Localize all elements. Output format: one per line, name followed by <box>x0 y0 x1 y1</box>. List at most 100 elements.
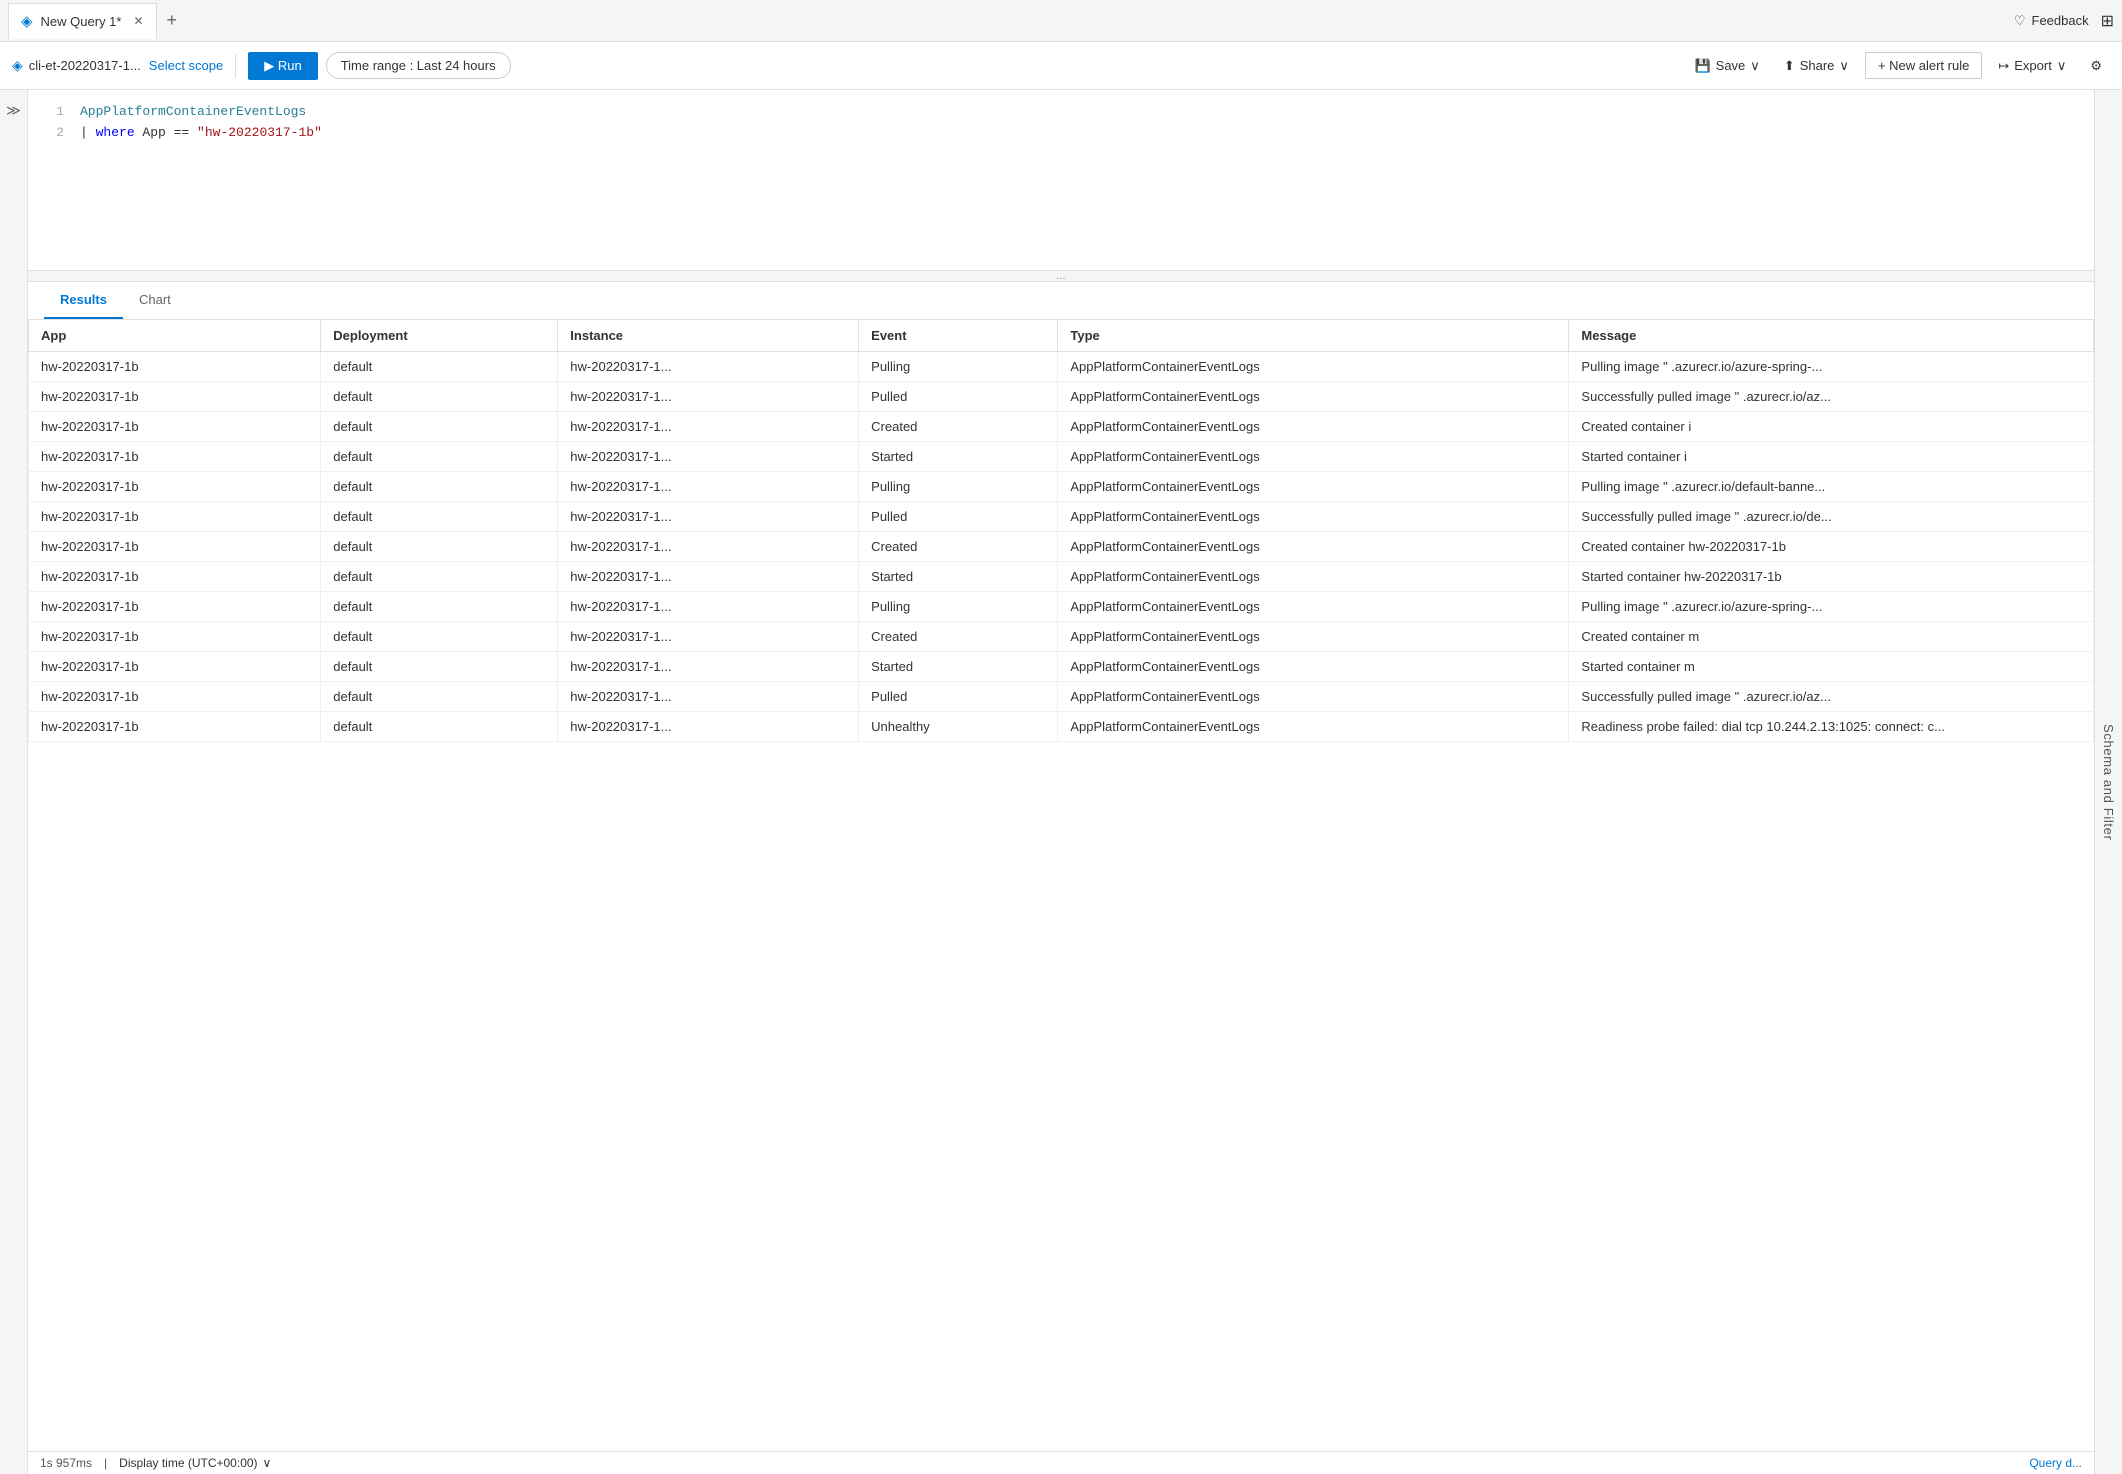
save-label: Save <box>1716 58 1746 73</box>
cell-instance: hw-20220317-1... <box>558 562 859 592</box>
table-row[interactable]: hw-20220317-1bdefaulthw-20220317-1...Sta… <box>29 442 2094 472</box>
filter-button[interactable]: ⚙ <box>2082 53 2110 79</box>
table-row[interactable]: hw-20220317-1bdefaulthw-20220317-1...Unh… <box>29 712 2094 742</box>
separator: | <box>104 1456 107 1470</box>
cell-deployment: default <box>321 562 558 592</box>
editor-line-1: 1 AppPlatformContainerEventLogs <box>44 102 2078 123</box>
table-row[interactable]: hw-20220317-1bdefaulthw-20220317-1...Cre… <box>29 412 2094 442</box>
results-table-container[interactable]: App Deployment Instance Event Type Messa… <box>28 320 2094 1451</box>
new-alert-button[interactable]: + New alert rule <box>1865 52 1982 79</box>
cell-deployment: default <box>321 412 558 442</box>
scope-icon: ◈ <box>12 57 23 74</box>
time-range-button[interactable]: Time range : Last 24 hours <box>326 52 511 79</box>
cell-deployment: default <box>321 502 558 532</box>
cell-instance: hw-20220317-1... <box>558 442 859 472</box>
table-row[interactable]: hw-20220317-1bdefaulthw-20220317-1...Pul… <box>29 382 2094 412</box>
save-button[interactable]: 💾 Save ∨ <box>1686 53 1767 79</box>
run-button[interactable]: ▶ Run <box>248 52 317 80</box>
cell-instance: hw-20220317-1... <box>558 532 859 562</box>
cell-deployment: default <box>321 382 558 412</box>
side-toggle-button[interactable]: ≫ <box>0 90 28 1474</box>
save-icon: 💾 <box>1694 58 1710 74</box>
line-content-2: | where App == "hw-20220317-1b" <box>80 123 322 144</box>
time-chevron-icon: ∨ <box>263 1456 272 1470</box>
col-deployment: Deployment <box>321 320 558 352</box>
tab-chart[interactable]: Chart <box>123 282 187 319</box>
tab-bar-left: ◈ New Query 1* ✕ + <box>8 3 185 39</box>
cell-type: AppPlatformContainerEventLogs <box>1058 622 1569 652</box>
cell-type: AppPlatformContainerEventLogs <box>1058 532 1569 562</box>
cell-app: hw-20220317-1b <box>29 562 321 592</box>
share-button[interactable]: ⬆ Share ∨ <box>1776 53 1857 79</box>
drag-handle[interactable]: ... <box>28 270 2094 282</box>
cell-type: AppPlatformContainerEventLogs <box>1058 442 1569 472</box>
query-details-link[interactable]: Query d... <box>2029 1456 2082 1470</box>
select-scope-button[interactable]: Select scope <box>149 58 223 73</box>
cell-message: Started container m <box>1569 652 2094 682</box>
display-time-label: Display time (UTC+00:00) <box>119 1456 257 1470</box>
drag-dots: ... <box>1056 270 1065 282</box>
cell-app: hw-20220317-1b <box>29 352 321 382</box>
where-keyword: where <box>96 125 135 140</box>
cell-event: Created <box>859 532 1058 562</box>
table-row[interactable]: hw-20220317-1bdefaulthw-20220317-1...Sta… <box>29 652 2094 682</box>
col-event: Event <box>859 320 1058 352</box>
table-row[interactable]: hw-20220317-1bdefaulthw-20220317-1...Pul… <box>29 472 2094 502</box>
col-type: Type <box>1058 320 1569 352</box>
cell-event: Started <box>859 442 1058 472</box>
table-row[interactable]: hw-20220317-1bdefaulthw-20220317-1...Cre… <box>29 532 2094 562</box>
cell-app: hw-20220317-1b <box>29 712 321 742</box>
cell-instance: hw-20220317-1... <box>558 622 859 652</box>
feedback-button[interactable]: ♡ Feedback <box>2014 13 2089 29</box>
feedback-icon: ♡ <box>2014 13 2026 29</box>
tab-bar: ◈ New Query 1* ✕ + ♡ Feedback ⊞ <box>0 0 2122 42</box>
table-row[interactable]: hw-20220317-1bdefaulthw-20220317-1...Pul… <box>29 592 2094 622</box>
cell-instance: hw-20220317-1... <box>558 592 859 622</box>
export-button[interactable]: ↦ Export ∨ <box>1990 53 2074 79</box>
cell-deployment: default <box>321 682 558 712</box>
table-row[interactable]: hw-20220317-1bdefaulthw-20220317-1...Sta… <box>29 562 2094 592</box>
cell-app: hw-20220317-1b <box>29 682 321 712</box>
cell-message: Readiness probe failed: dial tcp 10.244.… <box>1569 712 2094 742</box>
toolbar-left: ◈ cli-et-20220317-1... Select scope ▶ Ru… <box>12 52 1678 80</box>
tab-new-query-1[interactable]: ◈ New Query 1* ✕ <box>8 3 157 39</box>
string-value: "hw-20220317-1b" <box>197 125 322 140</box>
table-row[interactable]: hw-20220317-1bdefaulthw-20220317-1...Cre… <box>29 622 2094 652</box>
cell-app: hw-20220317-1b <box>29 442 321 472</box>
cell-event: Pulling <box>859 352 1058 382</box>
schema-panel-label: Schema and Filter <box>2101 724 2116 841</box>
cell-instance: hw-20220317-1... <box>558 412 859 442</box>
cell-app: hw-20220317-1b <box>29 622 321 652</box>
table-row[interactable]: hw-20220317-1bdefaulthw-20220317-1...Pul… <box>29 502 2094 532</box>
cell-type: AppPlatformContainerEventLogs <box>1058 562 1569 592</box>
toolbar-divider <box>235 54 236 78</box>
share-label: Share <box>1800 58 1835 73</box>
filter-icon: ⚙ <box>2090 58 2102 74</box>
cell-instance: hw-20220317-1... <box>558 352 859 382</box>
cell-instance: hw-20220317-1... <box>558 682 859 712</box>
tab-close-button[interactable]: ✕ <box>133 14 143 28</box>
grid-icon[interactable]: ⊞ <box>2101 11 2114 31</box>
cell-event: Unhealthy <box>859 712 1058 742</box>
cell-message: Pulling image " .azurecr.io/azure-spring… <box>1569 592 2094 622</box>
tab-icon: ◈ <box>21 12 33 30</box>
add-tab-button[interactable]: + <box>159 6 186 35</box>
table-row[interactable]: hw-20220317-1bdefaulthw-20220317-1...Pul… <box>29 352 2094 382</box>
col-app: App <box>29 320 321 352</box>
query-editor[interactable]: 1 AppPlatformContainerEventLogs 2 | wher… <box>28 90 2094 270</box>
share-chevron-icon: ∨ <box>1839 58 1849 74</box>
schema-filter-panel[interactable]: Schema and Filter <box>2094 90 2122 1474</box>
scope-info: ◈ cli-et-20220317-1... <box>12 57 141 74</box>
cell-event: Pulled <box>859 502 1058 532</box>
col-instance: Instance <box>558 320 859 352</box>
cell-event: Pulling <box>859 592 1058 622</box>
cell-message: Created container i <box>1569 412 2094 442</box>
tab-results[interactable]: Results <box>44 282 123 319</box>
cell-type: AppPlatformContainerEventLogs <box>1058 412 1569 442</box>
line-number-2: 2 <box>44 123 64 144</box>
table-row[interactable]: hw-20220317-1bdefaulthw-20220317-1...Pul… <box>29 682 2094 712</box>
cell-type: AppPlatformContainerEventLogs <box>1058 352 1569 382</box>
display-time-button[interactable]: Display time (UTC+00:00) ∨ <box>119 1456 271 1470</box>
cell-type: AppPlatformContainerEventLogs <box>1058 502 1569 532</box>
cell-deployment: default <box>321 442 558 472</box>
